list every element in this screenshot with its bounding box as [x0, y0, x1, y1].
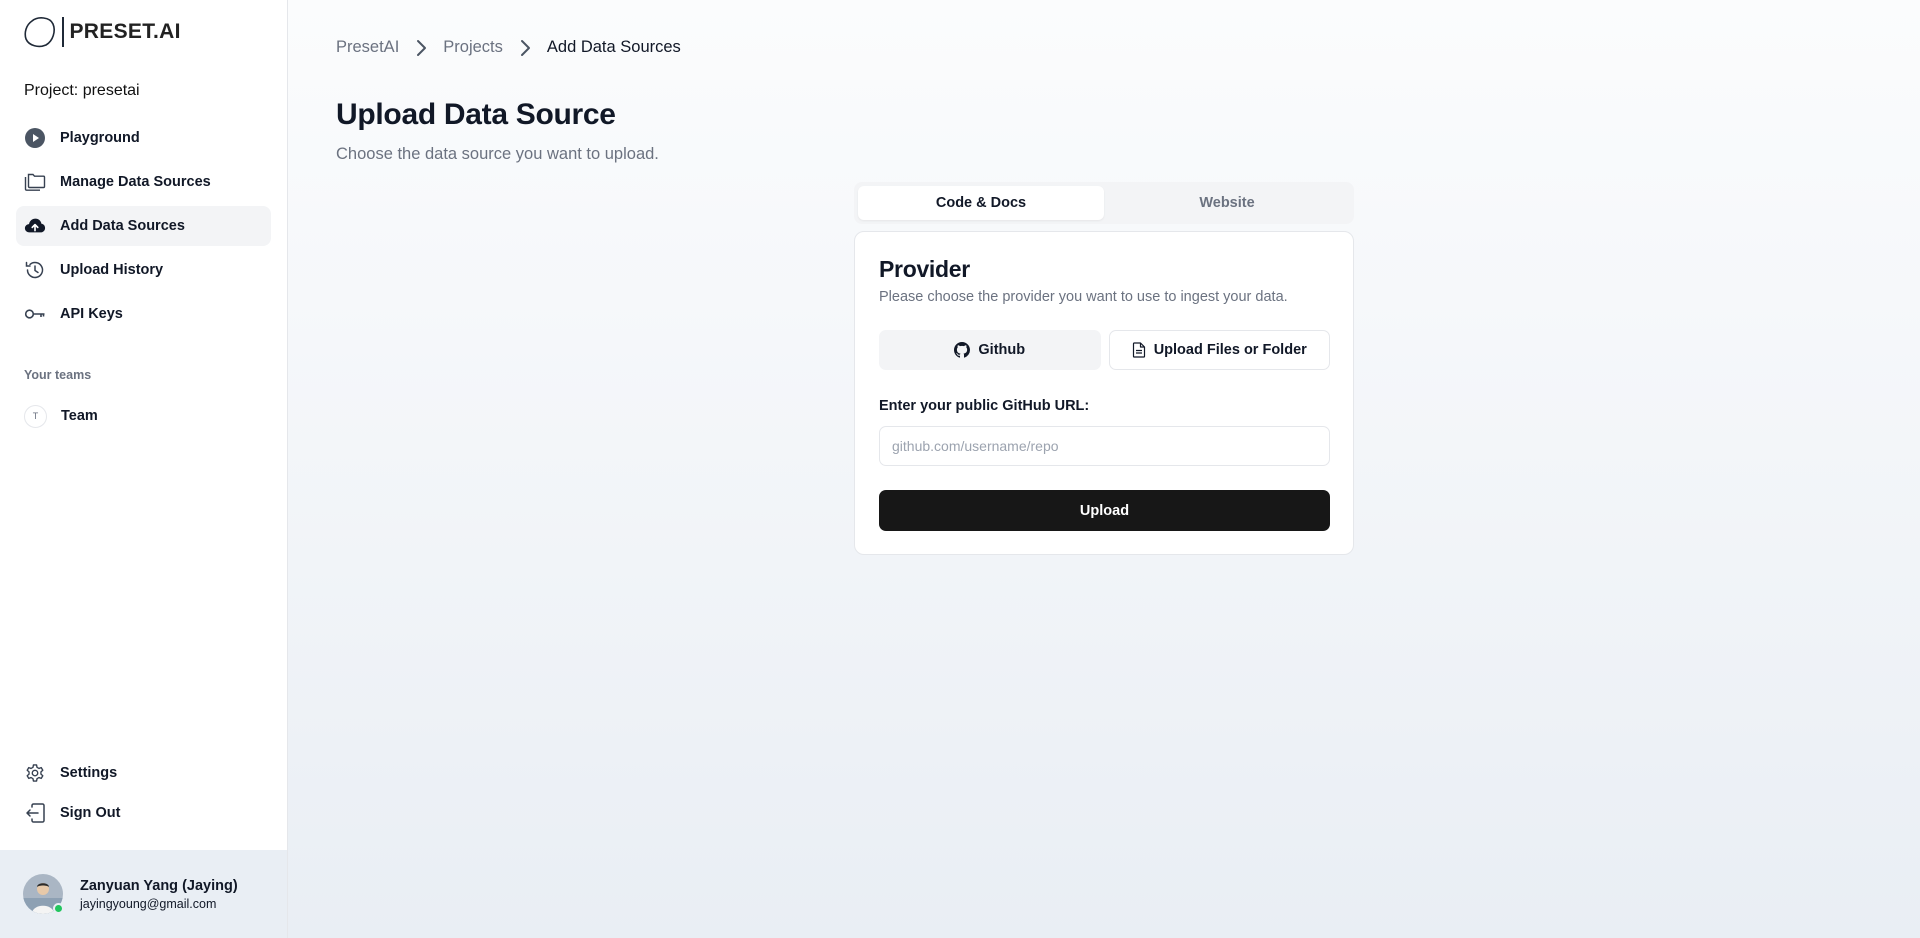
sidebar-item-team[interactable]: T Team — [24, 404, 98, 428]
user-email: jayingyoung@gmail.com — [80, 896, 217, 911]
sidebar-item-sign-out[interactable]: Sign Out — [16, 794, 271, 832]
github-provider-label: Github — [978, 342, 1026, 358]
sidebar-item-label: Upload History — [60, 262, 164, 278]
chevron-right-icon — [519, 39, 531, 57]
source-type-tabs: Code & Docs Website — [854, 182, 1354, 224]
avatar — [23, 874, 64, 914]
provider-card: Provider Please choose the provider you … — [854, 231, 1354, 555]
team-avatar: T — [24, 404, 47, 428]
github-provider-button[interactable]: Github — [879, 330, 1101, 370]
github-url-label: Enter your public GitHub URL: — [879, 398, 1090, 414]
user-profile-card[interactable]: Zanyuan Yang (Jaying) jayingyoung@gmail.… — [0, 850, 287, 938]
sidebar-item-api-keys[interactable]: API Keys — [16, 294, 271, 334]
team-label: Team — [61, 408, 98, 424]
sidebar-item-label: Settings — [60, 765, 118, 781]
pebble-logo-icon — [24, 17, 55, 48]
brand-logo[interactable]: PRESET.AI — [23, 15, 181, 49]
provider-options: Github Upload Files or Folder — [879, 330, 1330, 370]
cloud-upload-icon — [24, 215, 46, 237]
github-url-input[interactable] — [879, 426, 1330, 466]
breadcrumb-item-projects[interactable]: Projects — [443, 38, 503, 57]
upload-files-provider-button[interactable]: Upload Files or Folder — [1108, 330, 1330, 370]
logo-divider — [62, 17, 64, 47]
sidebar-bottom-nav: Settings Sign Out — [16, 754, 271, 834]
tab-code-docs[interactable]: Code & Docs — [858, 186, 1104, 220]
sidebar-item-settings[interactable]: Settings — [16, 754, 271, 792]
breadcrumb-item-presetai[interactable]: PresetAI — [336, 38, 399, 57]
file-icon — [1132, 342, 1146, 358]
sidebar-item-label: Manage Data Sources — [60, 174, 211, 190]
upload-files-provider-label: Upload Files or Folder — [1153, 342, 1307, 358]
sidebar-item-add-data-sources[interactable]: Add Data Sources — [16, 206, 271, 246]
key-icon — [24, 303, 46, 325]
online-status-dot — [53, 903, 64, 914]
folders-icon — [24, 171, 46, 193]
page-title: Upload Data Source — [336, 98, 616, 131]
provider-description: Please choose the provider you want to u… — [879, 289, 1288, 305]
upload-button[interactable]: Upload — [879, 490, 1330, 531]
sidebar-item-label: Playground — [60, 130, 140, 146]
breadcrumb: PresetAI Projects Add Data Sources — [336, 38, 681, 57]
user-info: Zanyuan Yang (Jaying) jayingyoung@gmail.… — [80, 878, 238, 911]
sign-out-icon — [24, 802, 46, 824]
sidebar: PRESET.AI Project: presetai Playground M… — [0, 0, 288, 938]
sidebar-item-manage-data-sources[interactable]: Manage Data Sources — [16, 162, 271, 202]
sidebar-item-playground[interactable]: Playground — [16, 118, 271, 158]
sidebar-item-upload-history[interactable]: Upload History — [16, 250, 271, 290]
project-label: Project: presetai — [24, 82, 140, 99]
sidebar-nav: Playground Manage Data Sources Add Data … — [16, 118, 271, 338]
sidebar-item-label: Add Data Sources — [60, 218, 185, 234]
provider-title: Provider — [879, 256, 970, 282]
user-name: Zanyuan Yang (Jaying) — [80, 877, 238, 894]
play-circle-icon — [24, 127, 46, 149]
github-icon — [954, 342, 971, 358]
sidebar-item-label: Sign Out — [60, 805, 121, 821]
sidebar-item-label: API Keys — [60, 306, 123, 322]
page-subtitle: Choose the data source you want to uploa… — [336, 145, 659, 163]
history-icon — [24, 259, 46, 281]
chevron-right-icon — [415, 39, 427, 57]
gear-icon — [24, 762, 46, 784]
brand-name: PRESET.AI — [69, 20, 181, 43]
tab-website[interactable]: Website — [1104, 186, 1350, 220]
breadcrumb-item-add-data-sources: Add Data Sources — [546, 38, 681, 56]
teams-heading: Your teams — [24, 368, 92, 382]
